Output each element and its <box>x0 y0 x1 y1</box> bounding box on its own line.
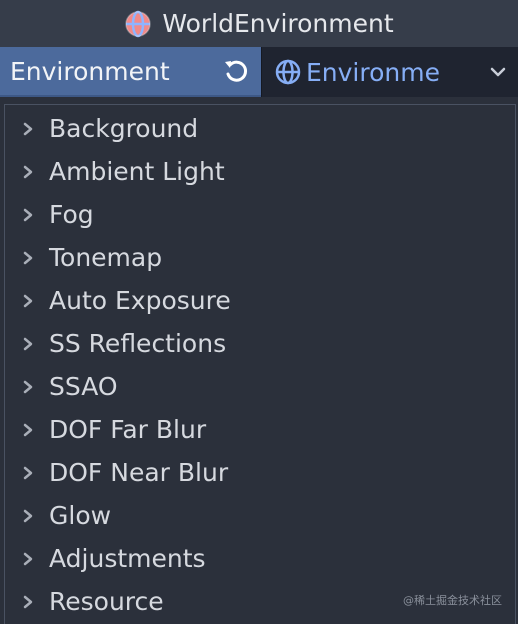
section-label: DOF Near Blur <box>49 458 229 487</box>
chevron-right-icon <box>23 251 33 264</box>
section-background[interactable]: Background <box>5 107 515 150</box>
resource-picker-value: Environme <box>306 57 440 87</box>
node-title: WorldEnvironment <box>162 9 394 38</box>
property-label-text: Environment <box>10 56 170 86</box>
section-label: Tonemap <box>49 243 163 272</box>
chevron-right-icon <box>23 466 33 479</box>
watermark: @稀土掘金技术社区 <box>403 594 502 607</box>
section-dof-near-blur[interactable]: DOF Near Blur <box>5 451 515 494</box>
section-label: Auto Exposure <box>49 286 231 315</box>
section-tonemap[interactable]: Tonemap <box>5 236 515 279</box>
section-auto-exposure[interactable]: Auto Exposure <box>5 279 515 322</box>
section-label: SSAO <box>49 372 118 401</box>
chevron-right-icon <box>23 208 33 221</box>
section-label: Resource <box>49 587 164 616</box>
environment-globe-icon <box>275 59 301 85</box>
section-dof-far-blur[interactable]: DOF Far Blur <box>5 408 515 451</box>
chevron-right-icon <box>23 423 33 436</box>
environment-resource-picker[interactable]: Environme <box>261 47 518 97</box>
chevron-right-icon <box>23 552 33 565</box>
section-label: Fog <box>49 200 94 229</box>
chevron-right-icon <box>23 122 33 135</box>
world-environment-globe-icon <box>125 10 152 37</box>
section-adjustments[interactable]: Adjustments <box>5 537 515 580</box>
section-fog[interactable]: Fog <box>5 193 515 236</box>
section-label: Ambient Light <box>49 157 225 186</box>
chevron-right-icon <box>23 165 33 178</box>
section-ambient-light[interactable]: Ambient Light <box>5 150 515 193</box>
section-ssao[interactable]: SSAO <box>5 365 515 408</box>
section-ss-reflections[interactable]: SS Reflections <box>5 322 515 365</box>
chevron-down-icon <box>490 67 506 77</box>
chevron-right-icon <box>23 337 33 350</box>
section-label: Background <box>49 114 199 143</box>
section-glow[interactable]: Glow <box>5 494 515 537</box>
chevron-right-icon <box>23 294 33 307</box>
environment-property-row: Environment Environme <box>0 47 518 97</box>
section-label: SS Reflections <box>49 329 227 358</box>
chevron-right-icon <box>23 380 33 393</box>
section-label: Glow <box>49 501 112 530</box>
section-label: Adjustments <box>49 544 206 573</box>
chevron-right-icon <box>23 595 33 608</box>
environment-sections-panel: Background Ambient Light Fog Tonemap Aut… <box>4 104 516 624</box>
chevron-right-icon <box>23 509 33 522</box>
resource-dropdown-button[interactable] <box>478 47 518 97</box>
section-label: DOF Far Blur <box>49 415 207 444</box>
revert-icon[interactable] <box>221 56 251 86</box>
environment-property-label: Environment <box>0 47 261 97</box>
node-title-bar: WorldEnvironment <box>0 0 518 47</box>
